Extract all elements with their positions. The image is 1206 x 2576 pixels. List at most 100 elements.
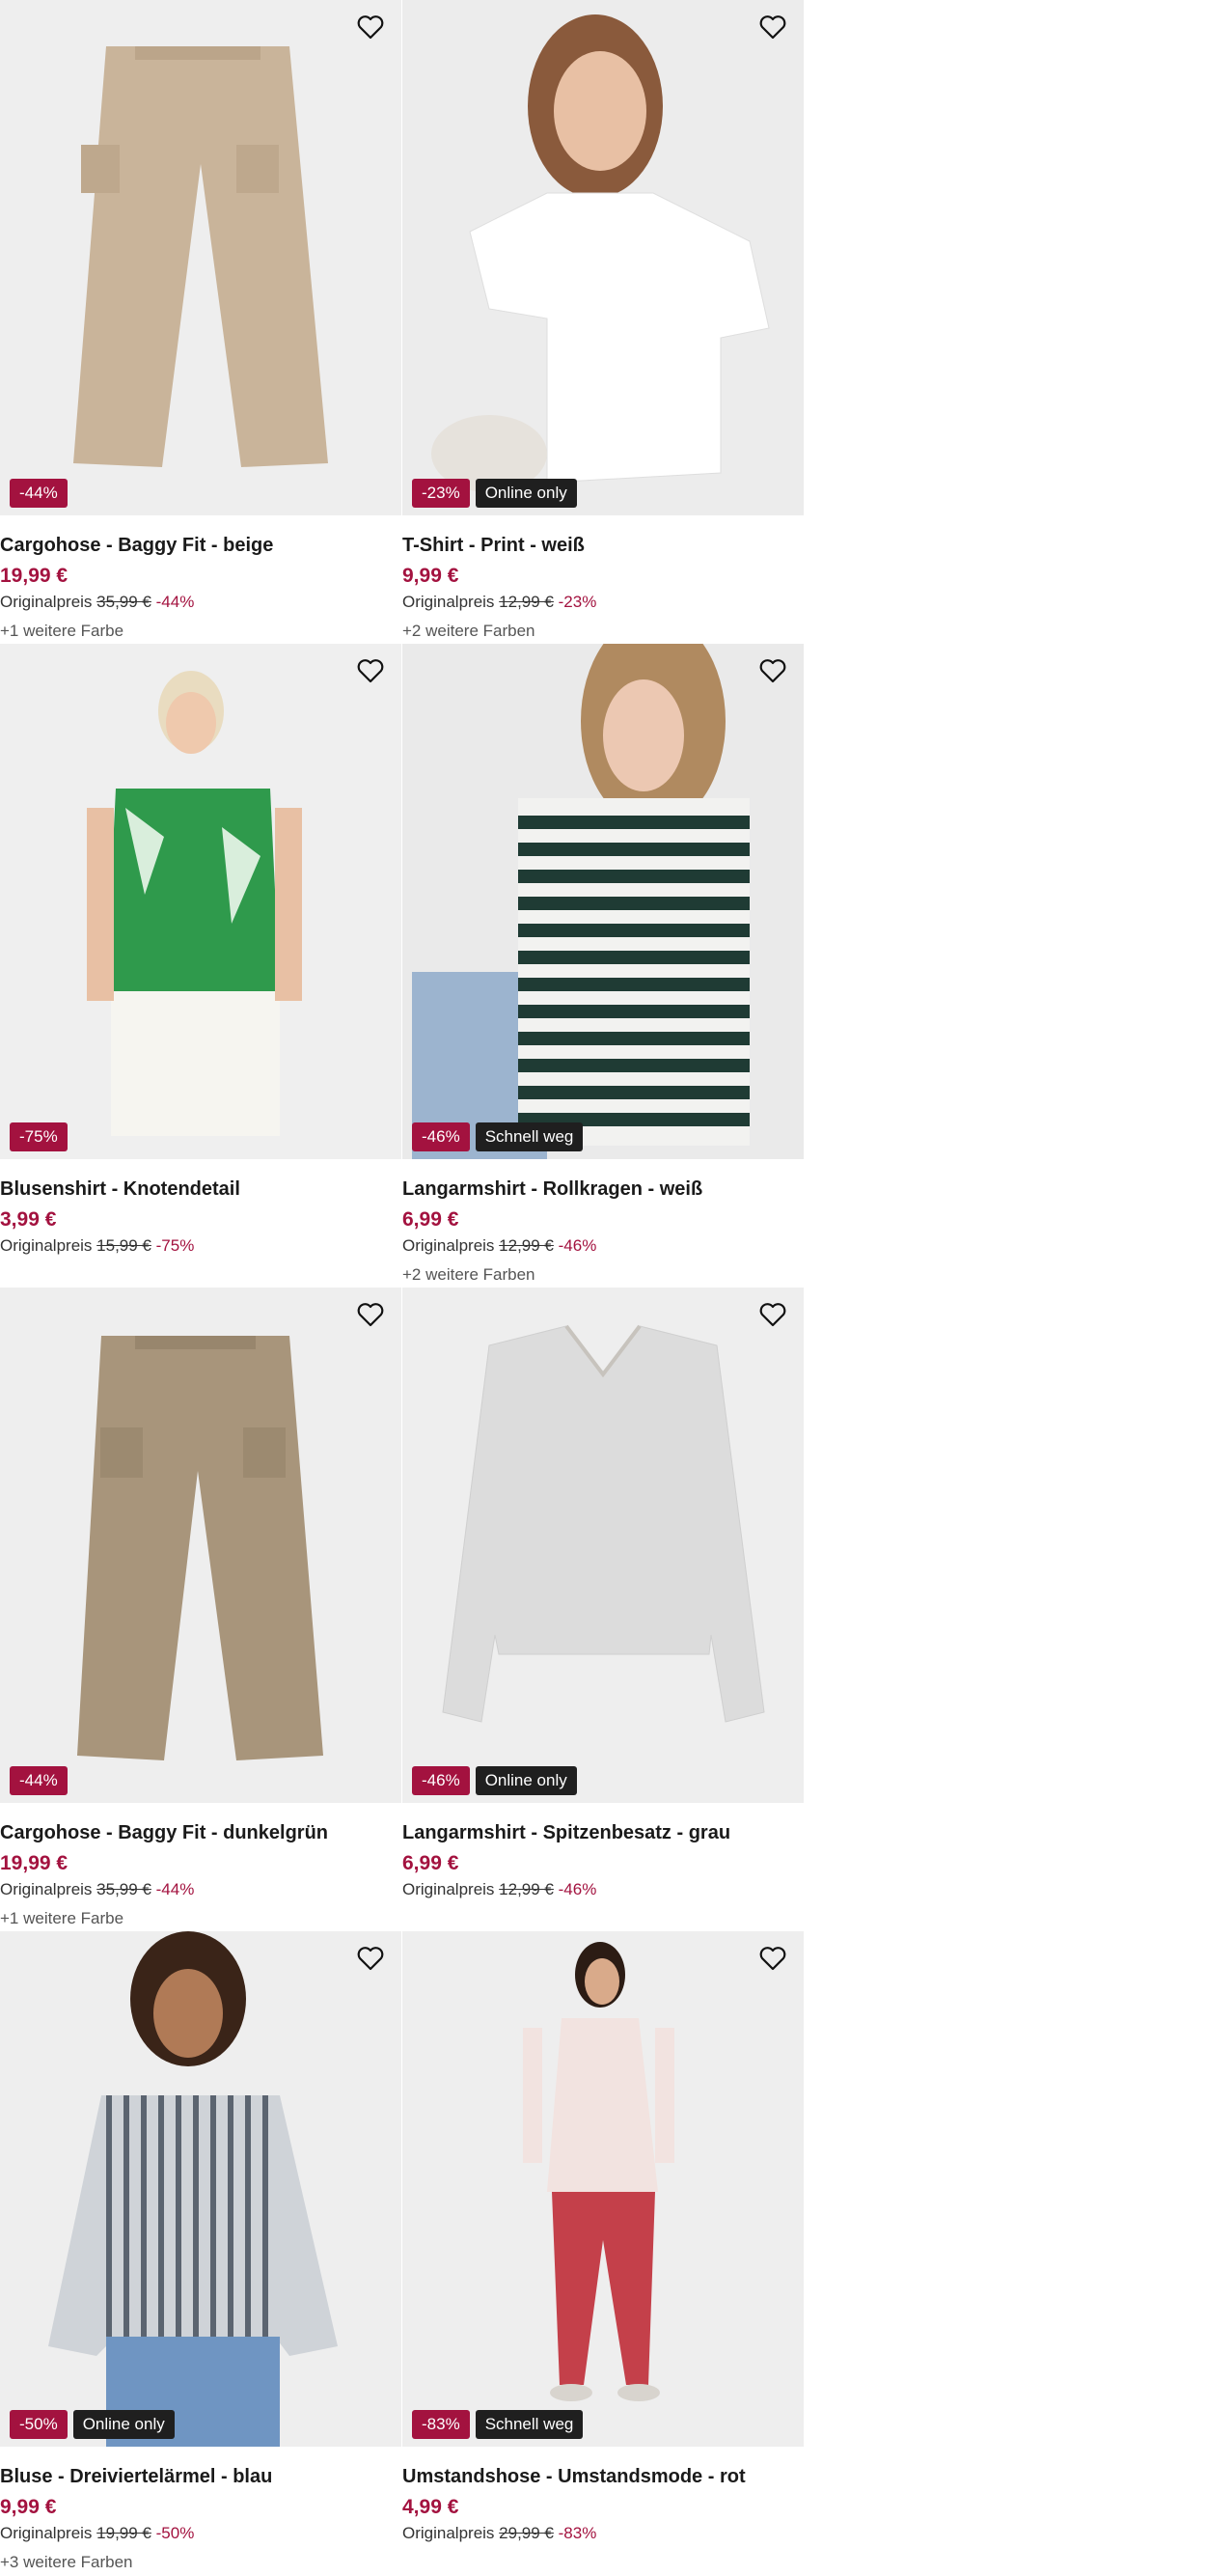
online-only-badge: Online only (475, 479, 577, 508)
product-image[interactable]: -44% (0, 1288, 401, 1803)
heart-outline-icon (357, 659, 384, 683)
sale-price: 19,99 € (0, 1852, 69, 1874)
heart-outline-icon (357, 15, 384, 40)
cargo-pants-image (0, 1288, 401, 1803)
discount-percent: -44% (155, 593, 195, 611)
original-price-label: Originalpreis (402, 593, 495, 611)
sale-price: 3,99 € (0, 1208, 57, 1231)
original-price-line: Originalpreis 15,99 € -75% (0, 1234, 396, 1258)
online-only-badge: Online only (475, 1766, 577, 1795)
favorite-button[interactable] (755, 10, 790, 44)
favorite-button[interactable] (353, 1941, 388, 1976)
striped-turtleneck-model-image (402, 644, 804, 1159)
product-card[interactable]: -46% Online only Langarmshirt - Spitzenb… (402, 1288, 805, 1931)
product-image[interactable]: -23% Online only (402, 0, 804, 515)
product-title[interactable]: Blusenshirt - Knotendetail (0, 1177, 396, 1202)
more-colors[interactable]: +2 weitere Farben (402, 620, 798, 643)
original-price-line: Originalpreis 35,99 € -44% (0, 591, 396, 614)
original-price: 15,99 € (96, 1236, 151, 1255)
product-card[interactable]: -50% Online only Bluse - Dreiviertelärme… (0, 1931, 402, 2575)
product-title[interactable]: T-Shirt - Print - weiß (402, 533, 798, 558)
original-price-label: Originalpreis (0, 593, 93, 611)
product-image[interactable]: -83% Schnell weg (402, 1931, 804, 2447)
discount-badge: -50% (10, 2410, 68, 2439)
original-price: 35,99 € (96, 593, 151, 611)
more-colors[interactable]: +1 weitere Farbe (0, 620, 396, 643)
sale-price: 9,99 € (402, 565, 459, 587)
product-grid: -44% Cargohose - Baggy Fit - beige 19,99… (0, 0, 805, 2575)
favorite-button[interactable] (755, 653, 790, 688)
favorite-button[interactable] (353, 1297, 388, 1332)
discount-badge: -75% (10, 1122, 68, 1151)
original-price-line: Originalpreis 29,99 € -83% (402, 2522, 798, 2545)
favorite-button[interactable] (353, 653, 388, 688)
schnell-weg-badge: Schnell weg (475, 2410, 584, 2439)
product-card[interactable]: -44% Cargohose - Baggy Fit - dunkelgrün … (0, 1288, 402, 1931)
heart-outline-icon (759, 15, 786, 40)
product-image[interactable]: -50% Online only (0, 1931, 401, 2447)
more-colors[interactable]: +1 weitere Farbe (0, 1907, 396, 1930)
original-price-line: Originalpreis 12,99 € -23% (402, 591, 798, 614)
product-title[interactable]: Umstandshose - Umstandsmode - rot (402, 2464, 798, 2489)
schnell-weg-badge: Schnell weg (475, 1122, 584, 1151)
discount-percent: -46% (558, 1880, 597, 1898)
original-price: 12,99 € (499, 1880, 554, 1898)
original-price: 35,99 € (96, 1880, 151, 1898)
original-price-label: Originalpreis (0, 1880, 93, 1898)
product-image[interactable]: -46% Online only (402, 1288, 804, 1803)
discount-badge: -44% (10, 479, 68, 508)
original-price-label: Originalpreis (402, 1236, 495, 1255)
discount-percent: -44% (155, 1880, 195, 1898)
discount-percent: -50% (155, 2524, 195, 2542)
product-card[interactable]: -83% Schnell weg Umstandshose - Umstands… (402, 1931, 805, 2575)
sale-price: 4,99 € (402, 2496, 459, 2518)
original-price-label: Originalpreis (0, 1236, 93, 1255)
original-price-line: Originalpreis 12,99 € -46% (402, 1878, 798, 1901)
product-title[interactable]: Cargohose - Baggy Fit - beige (0, 533, 396, 558)
original-price: 29,99 € (499, 2524, 554, 2542)
discount-badge: -46% (412, 1122, 470, 1151)
favorite-button[interactable] (755, 1297, 790, 1332)
product-image[interactable]: -75% (0, 644, 401, 1159)
discount-percent: -46% (558, 1236, 597, 1255)
original-price: 12,99 € (499, 593, 554, 611)
discount-badge: -44% (10, 1766, 68, 1795)
product-title[interactable]: Cargohose - Baggy Fit - dunkelgrün (0, 1820, 396, 1845)
maternity-pants-model-image (402, 1931, 804, 2447)
more-colors[interactable]: +3 weitere Farben (0, 2551, 396, 2574)
tshirt-model-image (402, 0, 804, 515)
original-price: 19,99 € (96, 2524, 151, 2542)
favorite-button[interactable] (353, 10, 388, 44)
original-price-line: Originalpreis 35,99 € -44% (0, 1878, 396, 1901)
discount-percent: -23% (558, 593, 597, 611)
original-price-label: Originalpreis (0, 2524, 93, 2542)
sale-price: 19,99 € (0, 565, 69, 587)
discount-percent: -75% (155, 1236, 195, 1255)
product-title[interactable]: Langarmshirt - Spitzenbesatz - grau (402, 1820, 798, 1845)
cargo-pants-image (0, 0, 401, 515)
product-card[interactable]: -46% Schnell weg Langarmshirt - Rollkrag… (402, 644, 805, 1288)
online-only-badge: Online only (72, 2410, 175, 2439)
striped-blouse-model-image (0, 1931, 401, 2447)
original-price-label: Originalpreis (402, 1880, 495, 1898)
heart-outline-icon (759, 659, 786, 683)
product-card[interactable]: -75% Blusenshirt - Knotendetail 3,99 € O… (0, 644, 402, 1288)
heart-outline-icon (357, 1303, 384, 1327)
product-image[interactable]: -46% Schnell weg (402, 644, 804, 1159)
more-colors[interactable]: +2 weitere Farben (402, 1263, 798, 1287)
sale-price: 6,99 € (402, 1208, 459, 1231)
original-price-line: Originalpreis 12,99 € -46% (402, 1234, 798, 1258)
product-title[interactable]: Langarmshirt - Rollkragen - weiß (402, 1177, 798, 1202)
product-title[interactable]: Bluse - Dreiviertelärmel - blau (0, 2464, 396, 2489)
product-image[interactable]: -44% (0, 0, 401, 515)
sale-price: 6,99 € (402, 1852, 459, 1874)
favorite-button[interactable] (755, 1941, 790, 1976)
discount-badge: -83% (412, 2410, 470, 2439)
product-card[interactable]: -44% Cargohose - Baggy Fit - beige 19,99… (0, 0, 402, 644)
sale-price: 9,99 € (0, 2496, 57, 2518)
product-card[interactable]: -23% Online only T-Shirt - Print - weiß … (402, 0, 805, 644)
heart-outline-icon (357, 1947, 384, 1971)
heart-outline-icon (759, 1303, 786, 1327)
grey-longsleeve-image (402, 1288, 804, 1803)
discount-percent: -83% (558, 2524, 597, 2542)
